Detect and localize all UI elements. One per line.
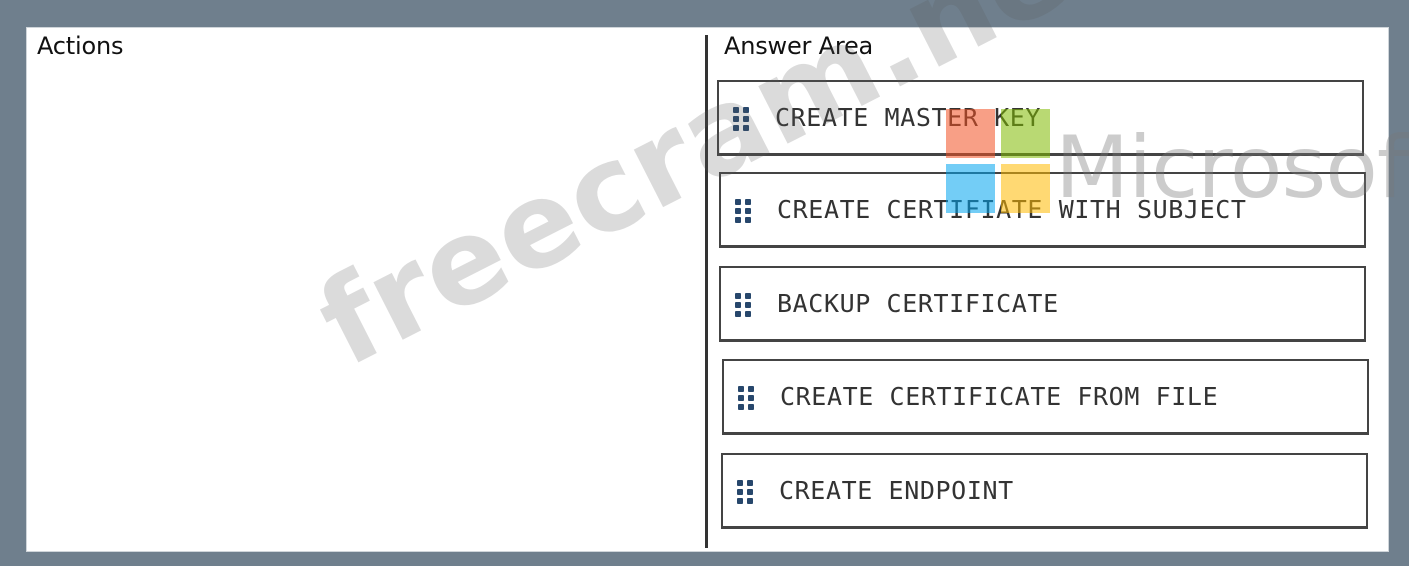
answer-item-label: BACKUP CERTIFICATE — [777, 289, 1059, 318]
answer-item-backup-certificate[interactable]: BACKUP CERTIFICATE — [719, 266, 1366, 342]
answer-area-heading: Answer Area — [724, 32, 874, 60]
actions-drop-zone[interactable] — [37, 72, 697, 542]
answer-item-create-endpoint[interactable]: CREATE ENDPOINT — [721, 453, 1368, 529]
drag-drop-question-panel: Actions Answer Area CREATE MASTER KEY CR… — [26, 27, 1389, 552]
answer-item-label: CREATE CERTIFIATE WITH SUBJECT — [777, 195, 1247, 224]
answer-item-label: CREATE MASTER KEY — [775, 103, 1042, 132]
answer-item-label: CREATE ENDPOINT — [779, 476, 1014, 505]
drag-handle-icon[interactable] — [738, 385, 770, 410]
drag-handle-icon[interactable] — [737, 479, 769, 504]
answer-area-list[interactable]: CREATE MASTER KEY CREATE CERTIFIATE WITH… — [717, 80, 1377, 540]
answer-item-label: CREATE CERTIFICATE FROM FILE — [780, 382, 1219, 411]
answer-item-create-master-key[interactable]: CREATE MASTER KEY — [717, 80, 1364, 156]
actions-heading: Actions — [37, 32, 124, 60]
drag-handle-icon[interactable] — [733, 106, 765, 131]
drag-handle-icon[interactable] — [735, 198, 767, 223]
answer-item-create-certificate-from-file[interactable]: CREATE CERTIFICATE FROM FILE — [722, 359, 1369, 435]
panel-divider — [705, 35, 708, 548]
answer-item-create-certificate-with-subject[interactable]: CREATE CERTIFIATE WITH SUBJECT — [719, 172, 1366, 248]
drag-handle-icon[interactable] — [735, 292, 767, 317]
